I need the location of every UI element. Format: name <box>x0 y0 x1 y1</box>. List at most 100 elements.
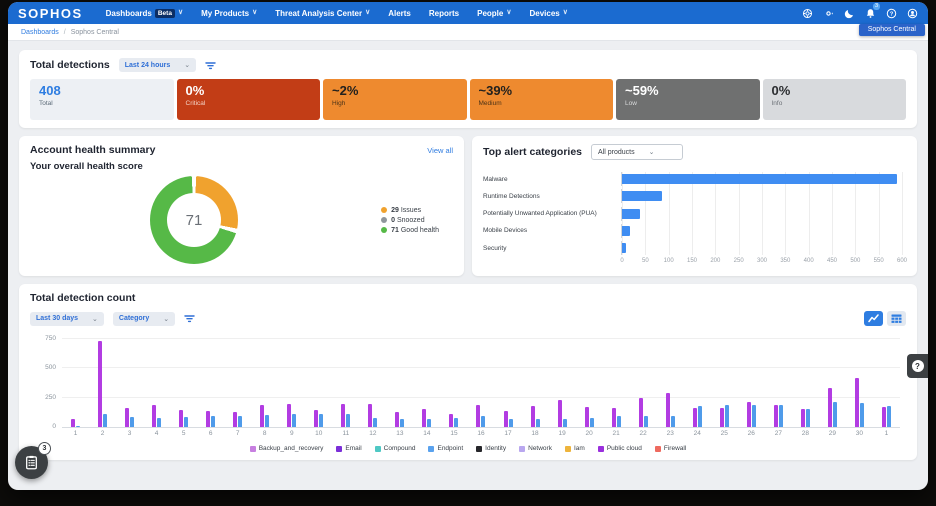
legend-item-identity[interactable]: Identity <box>476 445 506 452</box>
bar-endpoint[interactable] <box>590 418 594 427</box>
bar-endpoint[interactable] <box>806 409 810 427</box>
bar-public-cloud[interactable] <box>612 408 616 427</box>
bar-public-cloud[interactable] <box>774 405 778 427</box>
tasks-fab-button[interactable]: 3 <box>15 446 48 479</box>
table-view-toggle[interactable] <box>887 311 906 326</box>
legend-item-compound[interactable]: Compound <box>375 445 416 452</box>
bar-public-cloud[interactable] <box>368 404 372 427</box>
bar-public-cloud[interactable] <box>179 410 183 427</box>
bar-endpoint[interactable] <box>833 402 837 427</box>
detection-card-high[interactable]: ~2%High <box>323 79 467 120</box>
bar-public-cloud[interactable] <box>476 405 480 427</box>
bar-endpoint[interactable] <box>76 426 80 427</box>
support-icon[interactable] <box>801 7 813 19</box>
bar-endpoint[interactable] <box>644 416 648 427</box>
bar-endpoint[interactable] <box>887 406 891 427</box>
bar-public-cloud[interactable] <box>314 410 318 427</box>
bar-public-cloud[interactable] <box>855 378 859 427</box>
nav-item-threat-analysis-center[interactable]: Threat Analysis Center∨ <box>266 2 379 24</box>
breadcrumb-dashboards[interactable]: Dashboards <box>21 29 59 36</box>
legend-item-network[interactable]: Network <box>519 445 552 452</box>
bar-public-cloud[interactable] <box>125 408 129 427</box>
bar-public-cloud[interactable] <box>233 412 237 427</box>
bar-public-cloud[interactable] <box>882 407 886 427</box>
bar-endpoint[interactable] <box>400 419 404 427</box>
bar-endpoint[interactable] <box>265 415 269 427</box>
range-filter-dropdown[interactable]: Last 30 days ⌄ <box>30 312 104 326</box>
view-all-link[interactable]: View all <box>427 146 453 155</box>
bar-endpoint[interactable] <box>725 405 729 427</box>
bar-endpoint[interactable] <box>346 414 350 427</box>
account-icon[interactable] <box>906 7 918 19</box>
bar-endpoint[interactable] <box>481 416 485 427</box>
bar-endpoint[interactable] <box>184 417 188 427</box>
bar-endpoint[interactable] <box>752 405 756 427</box>
nav-item-reports[interactable]: Reports <box>420 2 468 24</box>
bar-public-cloud[interactable] <box>341 404 345 427</box>
legend-item-email[interactable]: Email <box>336 445 361 452</box>
bar-endpoint[interactable] <box>536 419 540 427</box>
top-alert-bar[interactable] <box>622 191 662 201</box>
bar-endpoint[interactable] <box>373 418 377 427</box>
nav-item-devices[interactable]: Devices∨ <box>520 2 576 24</box>
detection-card-medium[interactable]: ~39%Medium <box>470 79 614 120</box>
detection-card-low[interactable]: ~59%Low <box>616 79 760 120</box>
bar-public-cloud[interactable] <box>639 398 643 427</box>
bar-public-cloud[interactable] <box>531 406 535 427</box>
bar-endpoint[interactable] <box>698 406 702 427</box>
bar-endpoint[interactable] <box>509 419 513 427</box>
bar-endpoint[interactable] <box>779 405 783 427</box>
product-filter-dropdown[interactable]: All products ⌄ <box>591 144 683 160</box>
detection-card-critical[interactable]: 0%Critical <box>177 79 321 120</box>
legend-item-backup-and-recovery[interactable]: Backup_and_recovery <box>250 445 324 452</box>
bar-public-cloud[interactable] <box>666 393 670 427</box>
bar-public-cloud[interactable] <box>720 408 724 427</box>
bar-public-cloud[interactable] <box>693 408 697 427</box>
legend-item-iam[interactable]: Iam <box>565 445 585 452</box>
bar-public-cloud[interactable] <box>585 407 589 427</box>
bar-endpoint[interactable] <box>454 418 458 427</box>
legend-item-public-cloud[interactable]: Public cloud <box>598 445 642 452</box>
bar-public-cloud[interactable] <box>71 419 75 427</box>
nav-item-my-products[interactable]: My Products∨ <box>192 2 266 24</box>
bar-public-cloud[interactable] <box>449 414 453 427</box>
notifications-icon[interactable]: 3 <box>864 7 876 19</box>
settings-icon[interactable] <box>822 7 834 19</box>
bar-endpoint[interactable] <box>860 403 864 427</box>
bar-public-cloud[interactable] <box>504 411 508 427</box>
bar-endpoint[interactable] <box>238 416 242 427</box>
bar-endpoint[interactable] <box>563 419 567 427</box>
chart-view-toggle[interactable] <box>864 311 883 326</box>
category-filter-dropdown[interactable]: Category ⌄ <box>113 312 175 326</box>
help-icon[interactable]: ? <box>885 7 897 19</box>
dark-mode-icon[interactable] <box>843 7 855 19</box>
legend-item-firewall[interactable]: Firewall <box>655 445 686 452</box>
bar-endpoint[interactable] <box>211 416 215 427</box>
nav-item-dashboards[interactable]: DashboardsBeta∨ <box>97 2 192 24</box>
bar-public-cloud[interactable] <box>558 400 562 427</box>
detection-card-total[interactable]: 408Total <box>30 79 174 120</box>
top-alert-bar[interactable] <box>622 174 897 184</box>
bar-endpoint[interactable] <box>319 414 323 427</box>
bar-public-cloud[interactable] <box>395 412 399 427</box>
bar-endpoint[interactable] <box>671 416 675 427</box>
help-fab-button[interactable]: ? <box>907 354 928 378</box>
bar-endpoint[interactable] <box>292 414 296 427</box>
top-alert-bar[interactable] <box>622 209 640 219</box>
bar-endpoint[interactable] <box>427 419 431 427</box>
bar-public-cloud[interactable] <box>828 388 832 427</box>
bar-public-cloud[interactable] <box>152 405 156 427</box>
filter-icon[interactable] <box>205 60 216 71</box>
nav-item-alerts[interactable]: Alerts <box>379 2 420 24</box>
top-alert-bar[interactable] <box>622 226 630 236</box>
top-alert-bar[interactable] <box>622 243 626 253</box>
bar-public-cloud[interactable] <box>260 405 264 427</box>
bar-public-cloud[interactable] <box>206 411 210 427</box>
bar-endpoint[interactable] <box>157 418 161 427</box>
bar-public-cloud[interactable] <box>422 409 426 427</box>
bar-public-cloud[interactable] <box>98 341 102 427</box>
bar-endpoint[interactable] <box>103 414 107 427</box>
detection-card-info[interactable]: 0%Info <box>763 79 907 120</box>
nav-item-people[interactable]: People∨ <box>468 2 520 24</box>
filter-icon[interactable] <box>184 313 195 324</box>
